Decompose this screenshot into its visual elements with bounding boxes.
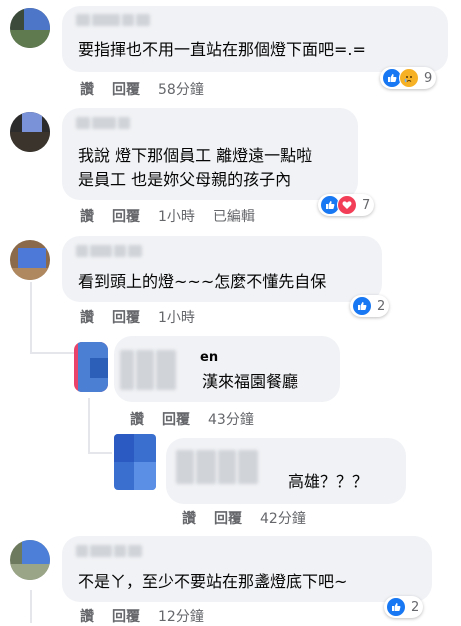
reply-button[interactable]: 回覆 [112,307,140,327]
comment-actions: 讚 回覆 12分鐘 [80,606,222,626]
reply-button[interactable]: 回覆 [214,508,242,528]
like-button[interactable]: 讚 [182,508,196,528]
comment-text: 不是ㄚ，至少不要站在那盞燈底下吧~ [78,572,348,591]
reaction-count: 2 [411,599,420,615]
timestamp[interactable]: 43分鐘 [208,409,254,429]
reaction-summary[interactable]: 2 [384,596,424,618]
comment-text: 漢來福園餐廳 [202,372,299,391]
like-button[interactable]: 讚 [80,79,94,99]
commenter-name[interactable] [76,245,142,257]
like-button[interactable]: 讚 [130,409,144,429]
love-icon [337,195,357,215]
reaction-summary[interactable]: 7 [318,194,375,216]
avatar[interactable] [10,8,50,48]
thread-line [30,352,74,354]
reply-button[interactable]: 回覆 [112,606,140,626]
commenter-name-fragment: en [200,350,219,365]
reaction-count: 2 [377,298,386,314]
reaction-count: 9 [424,70,433,86]
thread-line [88,452,112,454]
avatar[interactable] [10,112,50,152]
commenter-name[interactable] [76,14,150,26]
comment-text: 高雄？？？ [288,472,369,491]
avatar[interactable] [10,540,50,580]
commenter-name[interactable] [176,450,258,484]
reaction-summary[interactable]: 9 [380,67,437,89]
like-icon [352,296,372,316]
reply-button[interactable]: 回覆 [112,79,140,99]
edited-label: 已編輯 [212,209,255,225]
avatar[interactable] [10,240,50,280]
comment-text: 看到頭上的燈~~~怎麼不懂先自保 [78,272,327,291]
timestamp[interactable]: 1小時 [158,307,195,327]
timestamp[interactable]: 12分鐘 [158,606,204,626]
comment-actions: 讚 回覆 43分鐘 [130,409,272,429]
thread-line [30,282,32,354]
comment-text: 我說 燈下那個員工 離燈遠一點啦 [78,146,313,165]
comment-text: 要指揮也不用一直站在那個燈下面吧=.= [78,40,366,59]
avatar[interactable] [74,342,108,392]
reply-button[interactable]: 回覆 [112,206,140,226]
comment-actions: 讚 回覆 42分鐘 [182,508,324,528]
commenter-name[interactable] [120,350,176,390]
avatar[interactable] [114,434,156,490]
commenter-name[interactable] [76,117,130,129]
thread-line [88,398,90,454]
timestamp[interactable]: 1小時 [158,206,195,226]
thread-line [30,590,32,623]
timestamp[interactable]: 58分鐘 [158,79,204,99]
like-icon [386,597,406,617]
reaction-count: 7 [362,197,371,213]
like-button[interactable]: 讚 [80,606,94,626]
reply-button[interactable]: 回覆 [162,409,190,429]
reaction-summary[interactable]: 2 [350,295,390,317]
comment-actions: 讚 回覆 1小時 [80,307,213,327]
commenter-name[interactable] [76,545,142,557]
like-button[interactable]: 讚 [80,307,94,327]
like-button[interactable]: 讚 [80,206,94,226]
comment-actions: 讚 回覆 1小時 已編輯 [80,206,273,226]
comment-actions: 讚 回覆 58分鐘 [80,79,222,99]
comment-text: 是員工 也是妳父母親的孩子內 [78,170,292,189]
sad-icon [399,68,419,88]
timestamp[interactable]: 42分鐘 [260,508,306,528]
